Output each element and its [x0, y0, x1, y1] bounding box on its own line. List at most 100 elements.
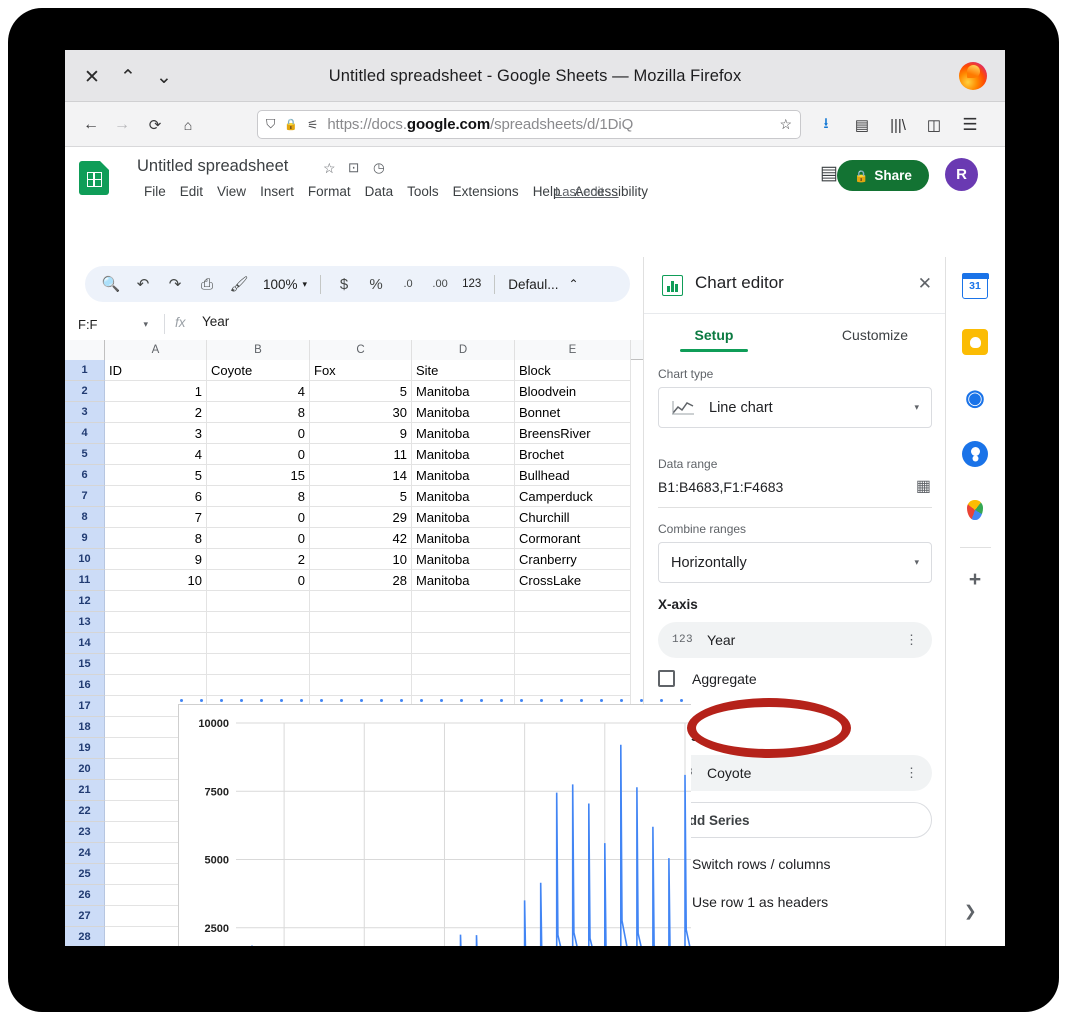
close-icon[interactable]: ✕ [79, 64, 105, 90]
cell-D7[interactable]: Manitoba [412, 486, 515, 507]
cell-C13[interactable] [310, 612, 412, 633]
row-header-3[interactable]: 3 [65, 402, 105, 423]
more-formats-button[interactable]: 123 [456, 278, 487, 290]
cell-A11[interactable]: 10 [105, 570, 207, 591]
cell-E10[interactable]: Cranberry [515, 549, 631, 570]
home-icon[interactable]: ⌂ [176, 113, 200, 137]
reload-icon[interactable]: ⟳ [143, 113, 167, 137]
cell-B6[interactable]: 15 [207, 465, 310, 486]
row-header-13[interactable]: 13 [65, 612, 105, 633]
row-header-17[interactable]: 17 [65, 696, 105, 717]
cell-C7[interactable]: 5 [310, 486, 412, 507]
cell-E6[interactable]: Bullhead [515, 465, 631, 486]
cell-C14[interactable] [310, 633, 412, 654]
cell-B8[interactable]: 0 [207, 507, 310, 528]
menu-file[interactable]: File [137, 182, 173, 201]
cell-E2[interactable]: Bloodvein [515, 381, 631, 402]
cell-C10[interactable]: 10 [310, 549, 412, 570]
row-header-25[interactable]: 25 [65, 864, 105, 885]
maps-icon[interactable] [962, 497, 988, 523]
undo-icon[interactable]: ↶ [127, 269, 159, 299]
row-header-11[interactable]: 11 [65, 570, 105, 591]
library-icon[interactable]: |||\ [887, 114, 909, 136]
cell-C9[interactable]: 42 [310, 528, 412, 549]
tab-setup[interactable]: Setup [674, 318, 754, 352]
redo-icon[interactable]: ↷ [159, 269, 191, 299]
cell-A7[interactable]: 6 [105, 486, 207, 507]
tasks-icon[interactable]: ◉ [962, 385, 988, 411]
cell-D14[interactable] [412, 633, 515, 654]
cell-A14[interactable] [105, 633, 207, 654]
close-icon[interactable]: ✕ [918, 274, 932, 294]
add-addon-icon[interactable]: + [962, 567, 988, 593]
column-header-d[interactable]: D [412, 340, 515, 360]
forward-icon[interactable]: → [110, 113, 134, 137]
menu-edit[interactable]: Edit [173, 182, 210, 201]
menu-view[interactable]: View [210, 182, 253, 201]
cell-E8[interactable]: Churchill [515, 507, 631, 528]
cell-A3[interactable]: 2 [105, 402, 207, 423]
cell-B15[interactable] [207, 654, 310, 675]
cell-D16[interactable] [412, 675, 515, 696]
cell-A12[interactable] [105, 591, 207, 612]
cell-C1[interactable]: Fox [310, 360, 412, 381]
share-button[interactable]: 🔒 Share [837, 160, 929, 191]
cell-C2[interactable]: 5 [310, 381, 412, 402]
cell-E14[interactable] [515, 633, 631, 654]
save-page-icon[interactable]: ▤ [851, 114, 873, 136]
move-to-folder-icon[interactable]: ⊡ [348, 160, 359, 176]
menu-tools[interactable]: Tools [400, 182, 446, 201]
cell-D13[interactable] [412, 612, 515, 633]
cell-E15[interactable] [515, 654, 631, 675]
cell-A8[interactable]: 7 [105, 507, 207, 528]
cell-C5[interactable]: 11 [310, 444, 412, 465]
cell-D10[interactable]: Manitoba [412, 549, 515, 570]
cell-B11[interactable]: 0 [207, 570, 310, 591]
row-header-4[interactable]: 4 [65, 423, 105, 444]
cell-C11[interactable]: 28 [310, 570, 412, 591]
cell-C4[interactable]: 9 [310, 423, 412, 444]
back-icon[interactable]: ← [79, 113, 103, 137]
row-header-9[interactable]: 9 [65, 528, 105, 549]
cell-A9[interactable]: 8 [105, 528, 207, 549]
search-icon[interactable]: 🔍 [95, 269, 127, 299]
percent-format-button[interactable]: % [360, 269, 392, 299]
cell-A10[interactable]: 9 [105, 549, 207, 570]
select-all-corner[interactable] [65, 340, 105, 360]
keep-icon[interactable] [962, 329, 988, 355]
cell-B13[interactable] [207, 612, 310, 633]
cell-D12[interactable] [412, 591, 515, 612]
drive-status-icon[interactable]: ◷ [373, 160, 385, 176]
row-header-8[interactable]: 8 [65, 507, 105, 528]
cell-C15[interactable] [310, 654, 412, 675]
paint-format-icon[interactable]: 🖌 [223, 269, 255, 299]
bookmark-star-icon[interactable]: ☆ [779, 116, 792, 133]
cell-C8[interactable]: 29 [310, 507, 412, 528]
row-header-27[interactable]: 27 [65, 906, 105, 927]
cell-D3[interactable]: Manitoba [412, 402, 515, 423]
row-header-6[interactable]: 6 [65, 465, 105, 486]
add-series-button[interactable]: Add Series [658, 802, 932, 838]
cell-D2[interactable]: Manitoba [412, 381, 515, 402]
row-header-21[interactable]: 21 [65, 780, 105, 801]
cell-B14[interactable] [207, 633, 310, 654]
cell-B1[interactable]: Coyote [207, 360, 310, 381]
cell-D1[interactable]: Site [412, 360, 515, 381]
row-header-14[interactable]: 14 [65, 633, 105, 654]
row-header-19[interactable]: 19 [65, 738, 105, 759]
row-header-20[interactable]: 20 [65, 759, 105, 780]
chevron-up-icon[interactable]: ⌃ [569, 277, 579, 291]
cell-A13[interactable] [105, 612, 207, 633]
cell-D15[interactable] [412, 654, 515, 675]
contacts-icon[interactable] [962, 441, 988, 467]
cell-A2[interactable]: 1 [105, 381, 207, 402]
cell-D5[interactable]: Manitoba [412, 444, 515, 465]
cell-A5[interactable]: 4 [105, 444, 207, 465]
row-header-23[interactable]: 23 [65, 822, 105, 843]
data-range-value[interactable]: B1:B4683,F1:F4683 [658, 479, 783, 495]
cell-D9[interactable]: Manitoba [412, 528, 515, 549]
chart-type-select[interactable]: Line chart ▾ [658, 387, 932, 428]
row-header-1[interactable]: 1 [65, 360, 105, 381]
row-header-16[interactable]: 16 [65, 675, 105, 696]
cell-A15[interactable] [105, 654, 207, 675]
